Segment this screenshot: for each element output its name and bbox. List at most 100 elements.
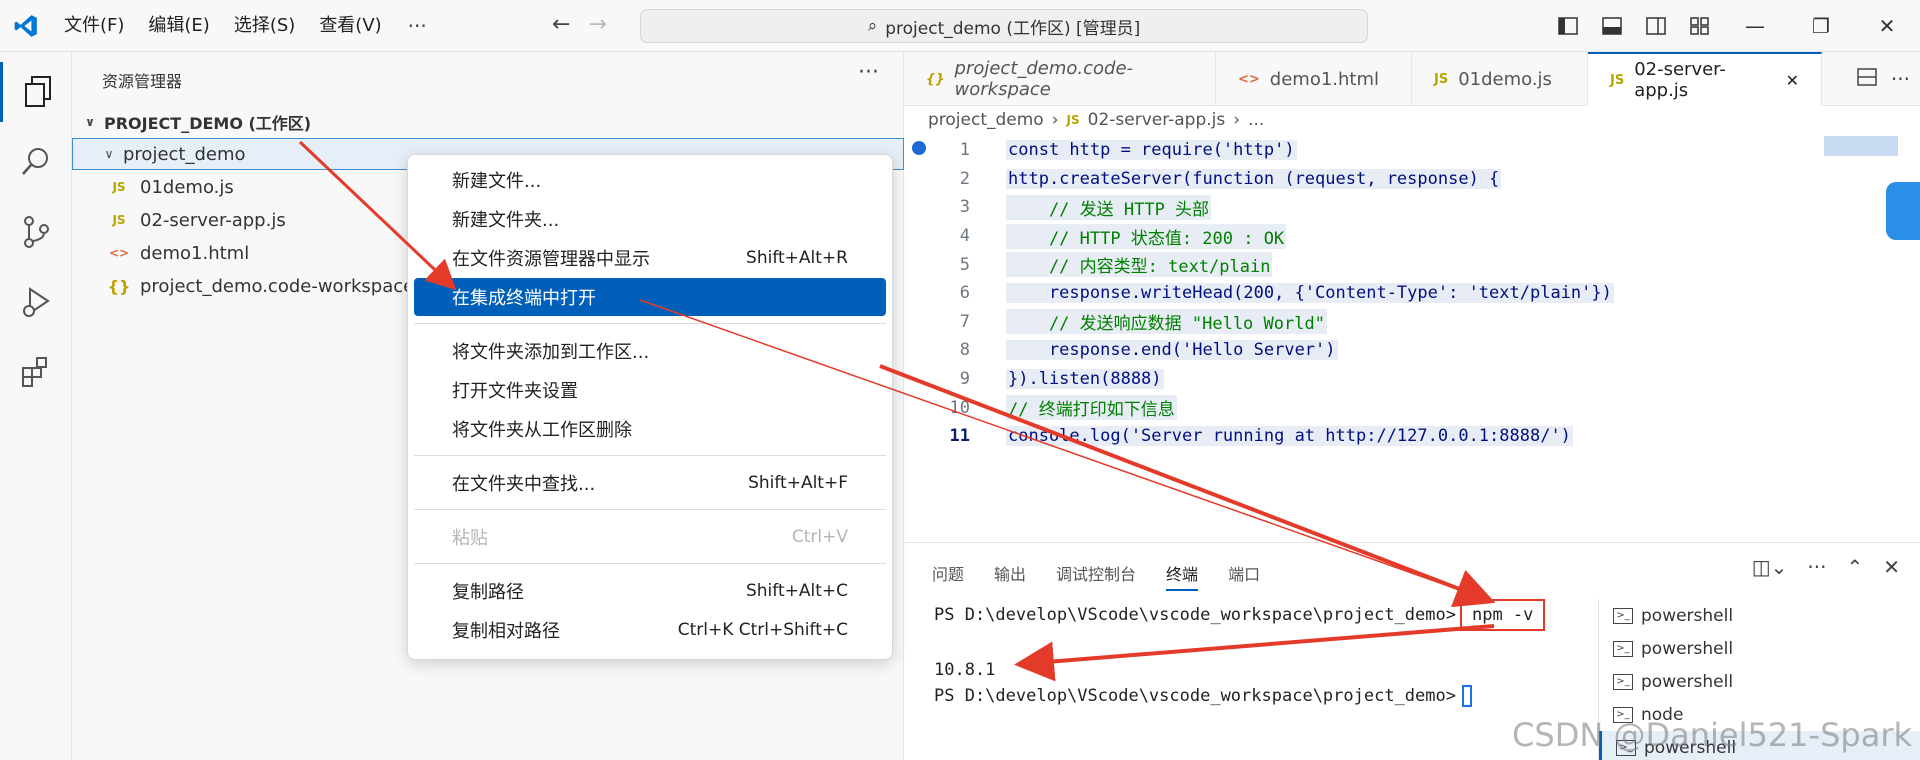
file-label: 01demo.js — [140, 176, 234, 198]
restore-icon[interactable]: ❐ — [1788, 4, 1854, 48]
code-editor[interactable]: 1 const http = require('http') 2 http.creat… — [904, 136, 1920, 451]
code-line[interactable]: 1 const http = require('http') — [904, 136, 1920, 165]
code-line[interactable]: 9}).listen(8888) — [904, 365, 1920, 394]
code-line[interactable]: 6 response.writeHead(200, {'Content-Type… — [904, 279, 1920, 308]
menu-view[interactable]: 查看(V) — [307, 9, 393, 43]
command-center[interactable]: ⌕ project_demo (工作区) [管理员] — [640, 9, 1368, 43]
context-menu-item[interactable]: 打开文件夹设置 — [414, 371, 886, 409]
line-number: 3 — [959, 197, 970, 218]
menu-item-shortcut: Shift+Alt+C — [745, 581, 848, 601]
line-number: 7 — [959, 311, 970, 332]
search-icon[interactable] — [0, 132, 72, 192]
panel-more-icon[interactable]: ··· — [1807, 555, 1826, 579]
json-file-icon: {} — [107, 276, 131, 296]
command-center-text: project_demo (工作区) [管理员] — [885, 18, 1141, 39]
tab-01demo-js[interactable]: JS 01demo.js — [1412, 52, 1588, 106]
code-line[interactable]: 5 // 内容类型: text/plain — [904, 250, 1920, 279]
split-terminal-icon[interactable]: ◫⌄ — [1752, 555, 1788, 579]
source-control-icon[interactable] — [0, 202, 72, 262]
context-menu-item[interactable]: 新建文件... — [414, 161, 886, 199]
menu-separator — [414, 323, 886, 324]
menu-item-shortcut: Shift+Alt+F — [748, 473, 848, 493]
html-file-icon: <> — [108, 246, 130, 260]
code-line[interactable]: 2 http.createServer(function (request, re… — [904, 165, 1920, 194]
context-menu-item[interactable]: 复制路径 Shift+Alt+C — [414, 572, 886, 610]
terminal-prompt: PS D:\develop\VScode\vscode_workspace\pr… — [934, 686, 1456, 706]
context-menu-item[interactable]: 在集成终端中打开 — [414, 278, 886, 316]
context-menu-item[interactable]: 复制相对路径 Ctrl+K Ctrl+Shift+C — [414, 611, 886, 649]
js-file-icon: JS — [1066, 113, 1080, 127]
terminal-instance[interactable]: >_ powershell — [1599, 599, 1920, 632]
chevron-down-icon: ∨ — [85, 115, 95, 129]
panel-tab-problems[interactable]: 问题 — [932, 561, 964, 591]
menu-more-icon[interactable]: ··· — [394, 14, 441, 38]
panel-tab-terminal[interactable]: 终端 — [1166, 561, 1199, 591]
context-menu-item[interactable]: 新建文件夹... — [414, 200, 886, 238]
menu-item-label: 在文件夹中查找... — [452, 474, 596, 495]
code-text: response.end('Hello Server') — [1006, 340, 1338, 361]
lightbulb-icon[interactable] — [912, 141, 926, 155]
terminal-output[interactable]: PS D:\develop\VScode\vscode_workspace\pr… — [934, 599, 1546, 709]
more-actions-icon[interactable]: ··· — [1891, 67, 1910, 91]
run-debug-icon[interactable] — [0, 272, 72, 332]
split-editor-icon[interactable] — [1857, 67, 1877, 91]
terminal-instance[interactable]: >_ powershell — [1599, 665, 1920, 698]
customize-layout-icon[interactable] — [1678, 4, 1722, 48]
menu-file[interactable]: 文件(F) — [52, 9, 136, 43]
workspace-root[interactable]: ∨ PROJECT_DEMO (工作区) — [72, 106, 904, 138]
breadcrumb-more[interactable]: ... — [1248, 110, 1264, 130]
context-menu-item[interactable]: 在文件资源管理器中显示 Shift+Alt+R — [414, 239, 886, 277]
close-panel-icon[interactable]: ✕ — [1883, 555, 1900, 579]
folder-label: project_demo — [123, 143, 246, 165]
panel-tab-ports[interactable]: 端口 — [1228, 561, 1260, 591]
line-number: 4 — [959, 226, 970, 247]
forward-arrow-icon[interactable]: → — [588, 12, 606, 37]
terminal-instance[interactable]: >_ powershell — [1599, 632, 1920, 665]
panel-tab-output[interactable]: 输出 — [994, 561, 1026, 591]
sidebar-more-icon[interactable]: ··· — [858, 60, 879, 85]
code-line[interactable]: 4 // HTTP 状态值: 200 : OK — [904, 222, 1920, 251]
tab-02-server-app-js[interactable]: JS 02-server-app.js ✕ — [1588, 52, 1822, 106]
terminal-instance-label: powershell — [1641, 671, 1734, 692]
tab-label: 02-server-app.js — [1634, 59, 1726, 101]
code-line[interactable]: 8 response.end('Hello Server') — [904, 336, 1920, 365]
code-text: }).listen(8888) — [1006, 369, 1164, 390]
menu-selection[interactable]: 选择(S) — [222, 9, 307, 43]
minimize-icon[interactable]: — — [1722, 4, 1788, 48]
sidebar-title: 资源管理器 — [102, 72, 183, 91]
menu-edit[interactable]: 编辑(E) — [136, 9, 221, 43]
extensions-icon[interactable] — [0, 342, 72, 402]
panel-actions: ◫⌄ ··· ⌃ ✕ — [1752, 555, 1900, 579]
back-arrow-icon[interactable]: ← — [552, 12, 570, 37]
vscode-logo-icon — [0, 0, 52, 52]
menu-item-label: 复制相对路径 — [452, 621, 560, 642]
context-menu-item[interactable]: 将文件夹从工作区删除 — [414, 410, 886, 448]
close-window-icon[interactable]: ✕ — [1854, 4, 1920, 48]
terminal-line: PS D:\develop\VScode\vscode_workspace\pr… — [934, 599, 1546, 631]
code-line[interactable]: 11 console.log('Server running at http://… — [904, 422, 1920, 451]
code-text: // 发送 HTTP 头部 — [1006, 194, 1212, 220]
chevron-right-icon: › — [1051, 110, 1059, 130]
maximize-panel-icon[interactable]: ⌃ — [1846, 555, 1863, 579]
code-line[interactable]: 10 // 终端打印如下信息 — [904, 393, 1920, 422]
context-menu-item[interactable]: 在文件夹中查找... Shift+Alt+F — [414, 464, 886, 502]
tab-workspace[interactable]: {} project_demo.code-workspace — [904, 52, 1216, 106]
tab-label: 01demo.js — [1458, 68, 1552, 90]
close-tab-icon[interactable]: ✕ — [1786, 71, 1799, 90]
toggle-primary-sidebar-icon[interactable] — [1546, 4, 1590, 48]
terminal-output-value: 10.8.1 — [934, 660, 996, 680]
js-file-icon: JS — [112, 180, 126, 194]
panel-tab-debug-console[interactable]: 调试控制台 — [1056, 561, 1136, 591]
context-menu-item[interactable]: 将文件夹添加到工作区... — [414, 332, 886, 370]
code-text: // 终端打印如下信息 — [1006, 395, 1177, 421]
toggle-panel-icon[interactable] — [1590, 4, 1634, 48]
breadcrumb-folder[interactable]: project_demo — [928, 110, 1044, 130]
explorer-icon[interactable] — [0, 62, 72, 122]
menu-separator — [414, 563, 886, 564]
code-text: response.writeHead(200, {'Content-Type':… — [1006, 283, 1614, 304]
tab-demo1-html[interactable]: <> demo1.html — [1216, 52, 1412, 106]
breadcrumb-file[interactable]: 02-server-app.js — [1088, 110, 1226, 130]
toggle-secondary-sidebar-icon[interactable] — [1634, 4, 1678, 48]
code-line[interactable]: 7 // 发送响应数据 "Hello World" — [904, 308, 1920, 337]
code-line[interactable]: 3 // 发送 HTTP 头部 — [904, 193, 1920, 222]
